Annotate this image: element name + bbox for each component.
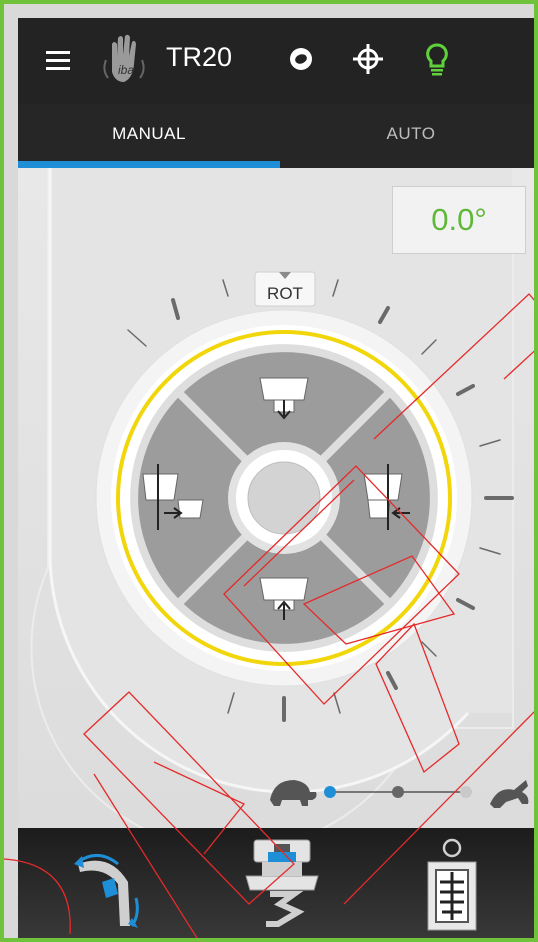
app-frame: iba TR20 MANUAL AUTO ROT 0.0° xyxy=(0,0,538,942)
logo-text: iba xyxy=(118,63,134,77)
crosshair-icon[interactable] xyxy=(351,42,385,76)
hamburger-menu-icon[interactable] xyxy=(44,48,72,72)
tab-auto[interactable]: AUTO xyxy=(280,104,534,168)
rotation-angle-display: 0.0° xyxy=(392,186,526,254)
speed-slow-dot[interactable] xyxy=(324,786,336,798)
rabbit-icon xyxy=(490,780,529,808)
app-title: TR20 xyxy=(166,42,233,72)
rot-marker: ROT xyxy=(254,271,316,307)
active-tab-indicator xyxy=(18,161,280,168)
rotation-mode-icon[interactable] xyxy=(58,842,158,932)
bottom-navigation xyxy=(18,828,534,938)
patient-position-icon[interactable] xyxy=(422,830,482,934)
rot-label: ROT xyxy=(267,284,303,303)
lightbulb-icon[interactable] xyxy=(422,42,452,78)
manual-control-panel: ROT 0.0° xyxy=(18,168,534,828)
tab-manual[interactable]: MANUAL xyxy=(18,104,280,168)
mode-tabs: MANUAL AUTO xyxy=(18,104,534,168)
speed-fast-dot[interactable] xyxy=(460,786,472,798)
iba-logo-icon: iba xyxy=(103,34,145,82)
center-button[interactable] xyxy=(247,461,321,535)
control-background: ROT xyxy=(30,168,529,828)
speed-medium-dot[interactable] xyxy=(392,786,404,798)
ring-icon[interactable] xyxy=(286,44,316,74)
top-app-bar: iba TR20 xyxy=(18,18,534,104)
table-mode-icon[interactable] xyxy=(240,832,324,932)
